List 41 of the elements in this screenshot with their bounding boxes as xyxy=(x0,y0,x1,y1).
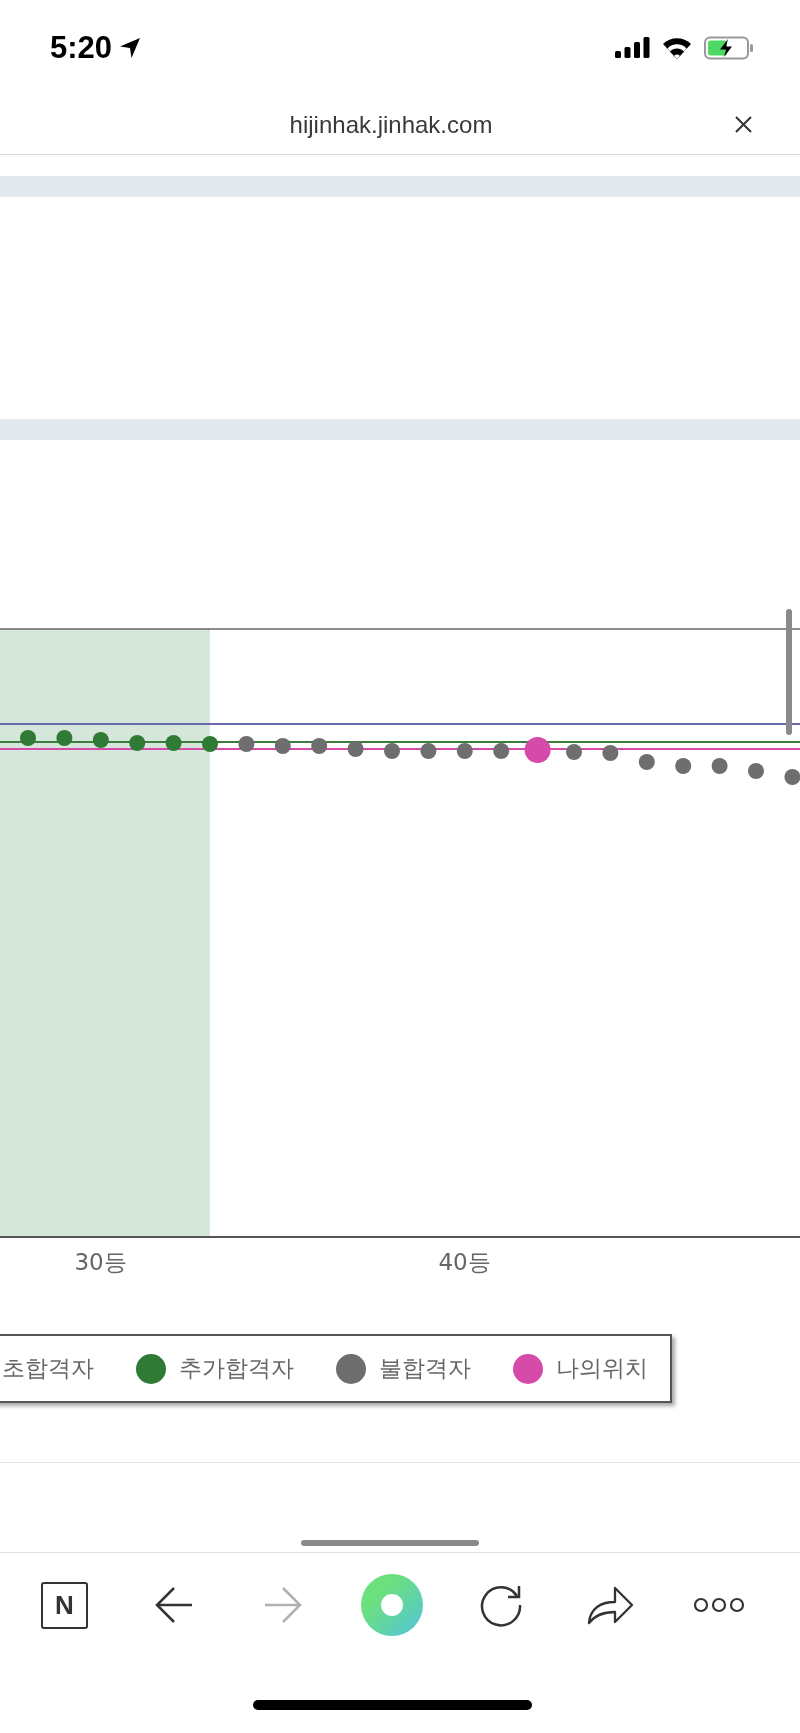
drag-handle[interactable] xyxy=(301,1540,479,1546)
status-time: 5:20 xyxy=(50,29,113,66)
data-point xyxy=(456,743,473,759)
data-point xyxy=(566,744,582,760)
data-point xyxy=(202,736,218,752)
battery-charging-icon xyxy=(704,35,754,60)
back-icon[interactable] xyxy=(154,1586,193,1624)
data-point xyxy=(165,735,182,751)
data-point xyxy=(784,769,800,785)
axis-tick-label: 30등 xyxy=(74,1249,127,1275)
legend-label: 추가합격자 xyxy=(179,1354,294,1383)
wifi-icon xyxy=(662,36,692,59)
data-point xyxy=(675,758,692,774)
data-point xyxy=(384,743,400,759)
data-point xyxy=(347,741,364,757)
logo-button[interactable]: N xyxy=(41,1581,88,1629)
axis-tick-label: 40등 xyxy=(438,1249,491,1275)
data-point xyxy=(56,730,73,746)
data-point xyxy=(711,758,728,774)
location-arrow-icon xyxy=(120,37,141,58)
more-icon[interactable] xyxy=(692,1597,745,1613)
data-point xyxy=(20,730,36,746)
share-icon[interactable] xyxy=(585,1584,634,1626)
data-point xyxy=(638,754,655,770)
data-point xyxy=(602,745,619,761)
url-text: hijinhak.jinhak.com xyxy=(289,110,493,139)
legend-label: 나의위치 xyxy=(556,1354,648,1383)
data-point xyxy=(311,738,328,754)
signal-icon xyxy=(615,37,650,58)
data-point xyxy=(748,763,764,779)
data-point xyxy=(493,743,510,759)
reload-icon[interactable] xyxy=(478,1583,523,1627)
data-point xyxy=(420,743,437,759)
legend-label: 초합격자 xyxy=(2,1354,94,1383)
data-point xyxy=(129,735,146,751)
data-point xyxy=(274,738,291,754)
data-point xyxy=(238,736,255,752)
legend-label: 불합격자 xyxy=(379,1354,471,1383)
data-point xyxy=(92,732,109,748)
close-icon[interactable] xyxy=(735,116,752,133)
highlight-point xyxy=(524,737,551,763)
